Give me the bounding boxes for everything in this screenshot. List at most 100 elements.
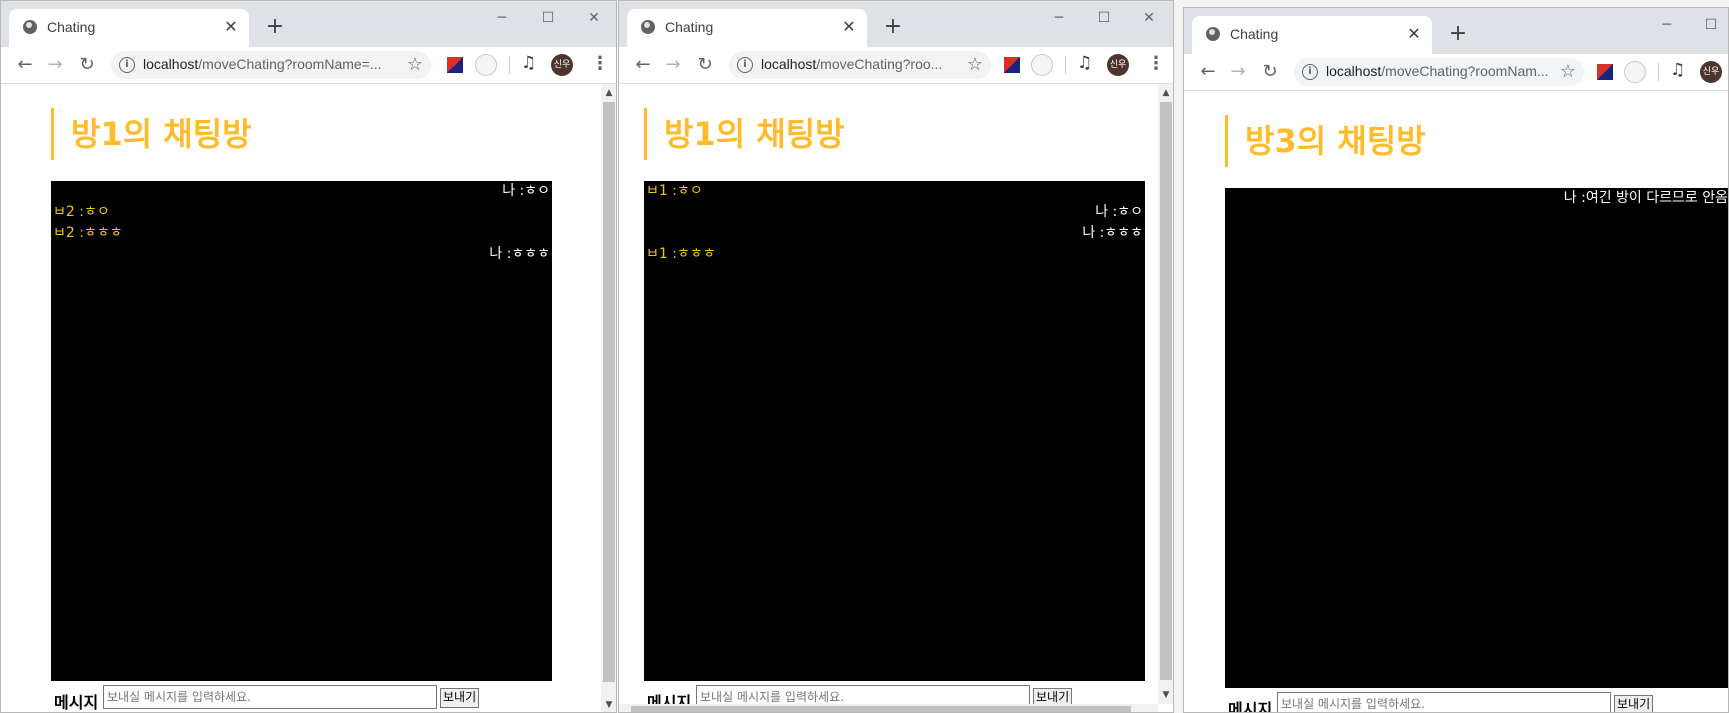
star-icon[interactable]: ☆ [407,54,423,75]
scrollbar-thumb[interactable] [603,102,615,682]
kebab-menu-icon[interactable]: ⋮ [591,53,609,74]
media-control-icon[interactable]: ♫ [1670,60,1685,80]
minimize-icon[interactable]: ─ [1652,14,1682,36]
browser-tab[interactable]: Chating ✕ [627,9,867,47]
chat-message: 나 :여긴 방이 다르므로 안옴 [1563,190,1728,206]
browser-window-2: Chating ✕ + ─ ☐ ✕ ← → ↻ i localhost/move… [618,0,1174,713]
close-window-icon[interactable]: ✕ [1134,7,1164,29]
address-bar[interactable]: i localhost/moveChating?roomNam... ☆ [1294,58,1584,86]
vertical-scrollbar[interactable]: ▲ ▼ [1158,84,1173,704]
url-text: localhost/moveChating?roo... [761,56,943,72]
arrow-left-icon[interactable]: ← [13,53,37,77]
address-bar[interactable]: i localhost/moveChating?roo... ☆ [729,51,991,79]
info-icon[interactable]: i [1302,64,1318,80]
address-bar[interactable]: i localhost/moveChating?roomName=... ☆ [111,51,431,79]
info-icon[interactable]: i [119,57,135,73]
title-bar: Chating ✕ + ─ ☐ ✕ [1,1,616,47]
extension-icon[interactable] [475,54,497,76]
new-tab-icon[interactable]: + [881,15,905,39]
minimize-icon[interactable]: ─ [487,7,517,29]
horizontal-scrollbar[interactable] [619,704,1158,712]
message-input[interactable]: 보내실 메시지를 입력하세요. [103,685,437,709]
browser-window-3: Chating ✕ + ─ ☐ ← → ↻ i localhost/moveCh… [1183,7,1729,713]
arrow-right-icon[interactable]: → [661,53,685,77]
extension-icon[interactable] [447,57,463,73]
arrow-right-icon[interactable]: → [43,53,67,77]
arrow-right-icon[interactable]: → [1226,60,1250,84]
new-tab-icon[interactable]: + [1446,22,1470,46]
chat-log: 나 :ㅎㅇ ㅂ2 :ㅎㅇ ㅂ2 :ㅎㅎㅎ 나 :ㅎㅎㅎ [51,181,552,681]
reload-icon[interactable]: ↻ [693,53,717,77]
chat-log: 나 :여긴 방이 다르므로 안옴 [1225,188,1728,688]
maximize-icon[interactable]: ☐ [533,7,563,29]
media-control-icon[interactable]: ♫ [521,53,536,73]
tab-title: Chating [665,19,714,35]
chat-message: ㅂ1 :ㅎㅎㅎ [646,246,716,262]
chat-message: ㅂ1 :ㅎㅇ [646,183,703,199]
title-bar: Chating ✕ + ─ ☐ ✕ [619,1,1173,47]
browser-window-1: Chating ✕ + ─ ☐ ✕ ← → ↻ i localhost/move… [0,0,617,713]
avatar[interactable]: 신우 [1107,54,1129,76]
arrow-left-icon[interactable]: ← [631,53,655,77]
page-content: 방1의 채팅방 나 :ㅎㅇ ㅂ2 :ㅎㅇ ㅂ2 :ㅎㅎㅎ 나 :ㅎㅎㅎ 메시지 … [1,84,616,712]
toolbar-divider [1658,63,1659,81]
chat-message: ㅂ2 :ㅎㅎㅎ [53,225,123,241]
browser-tab[interactable]: Chating ✕ [1192,16,1432,54]
page-title: 방1의 채팅방 [644,108,845,160]
scroll-down-icon[interactable]: ▼ [1159,688,1173,702]
scrollbar-thumb[interactable] [1160,102,1172,680]
extension-icon[interactable] [1004,57,1020,73]
page-title: 방3의 채팅방 [1225,115,1426,167]
reload-icon[interactable]: ↻ [75,53,99,77]
avatar[interactable]: 신우 [551,54,573,76]
close-tab-icon[interactable]: ✕ [839,17,859,37]
toolbar-divider [1065,56,1066,74]
scrollbar-thumb[interactable] [631,706,1131,712]
close-window-icon[interactable]: ✕ [579,7,609,29]
extension-icon[interactable] [1597,64,1613,80]
vertical-scrollbar[interactable]: ▲ ▼ [601,84,616,712]
tab-title: Chating [47,19,96,35]
message-label: 메시지 [1228,700,1273,713]
tab-title: Chating [1230,26,1279,42]
chat-message: ㅂ2 :ㅎㅇ [53,204,110,220]
globe-icon [1206,27,1220,41]
chat-log: ㅂ1 :ㅎㅇ 나 :ㅎㅇ 나 :ㅎㅎㅎ ㅂ1 :ㅎㅎㅎ [644,181,1145,681]
scroll-up-icon[interactable]: ▲ [1159,86,1173,100]
close-tab-icon[interactable]: ✕ [221,17,241,37]
send-button[interactable]: 보내기 [440,688,480,708]
star-icon[interactable]: ☆ [967,54,983,75]
chat-message: 나 :ㅎㅎㅎ [489,246,550,262]
chat-message: 나 :ㅎㅎㅎ [1082,225,1143,241]
title-bar: Chating ✕ + ─ ☐ [1184,8,1728,54]
scroll-down-icon[interactable]: ▼ [602,698,616,712]
star-icon[interactable]: ☆ [1560,61,1576,82]
maximize-icon[interactable]: ☐ [1696,14,1726,36]
extension-icon[interactable] [1624,61,1646,83]
url-text: localhost/moveChating?roomNam... [1326,63,1549,79]
reload-icon[interactable]: ↻ [1258,60,1282,84]
new-tab-icon[interactable]: + [263,15,287,39]
avatar[interactable]: 신우 [1700,61,1722,83]
arrow-left-icon[interactable]: ← [1196,60,1220,84]
extension-icon[interactable] [1031,54,1053,76]
message-label: 메시지 [54,693,99,712]
globe-icon [641,20,655,34]
browser-toolbar: ← → ↻ i localhost/moveChating?roo... ☆ ♫… [619,47,1173,84]
media-control-icon[interactable]: ♫ [1077,53,1092,73]
globe-icon [23,20,37,34]
scroll-up-icon[interactable]: ▲ [602,86,616,100]
url-text: localhost/moveChating?roomName=... [143,56,382,72]
minimize-icon[interactable]: ─ [1044,7,1074,29]
maximize-icon[interactable]: ☐ [1089,7,1119,29]
browser-tab[interactable]: Chating ✕ [9,9,249,47]
kebab-menu-icon[interactable]: ⋮ [1147,53,1165,74]
message-input[interactable]: 보내실 메시지를 입력하세요. [1277,692,1611,712]
page-title: 방1의 채팅방 [51,108,252,160]
page-content: 방3의 채팅방 나 :여긴 방이 다르므로 안옴 메시지 보내실 메시지를 입력… [1184,91,1728,713]
close-tab-icon[interactable]: ✕ [1404,24,1424,44]
info-icon[interactable]: i [737,57,753,73]
browser-toolbar: ← → ↻ i localhost/moveChating?roomName=.… [1,47,616,84]
browser-toolbar: ← → ↻ i localhost/moveChating?roomNam...… [1184,54,1728,91]
send-button[interactable]: 보내기 [1614,695,1654,712]
